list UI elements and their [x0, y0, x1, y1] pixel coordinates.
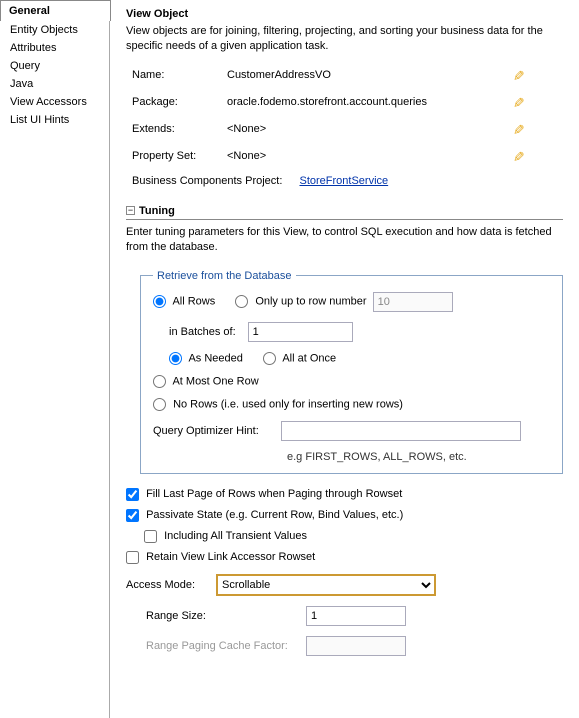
bc-project-label: Business Components Project:: [132, 175, 282, 187]
sidebar-item-list-ui-hints[interactable]: List UI Hints: [0, 111, 109, 129]
propertyset-label: Property Set:: [132, 150, 227, 162]
only-up-to-text: Only up to row number: [255, 295, 366, 307]
extends-value: <None>: [227, 123, 457, 135]
range-paging-input[interactable]: [306, 636, 406, 656]
at-most-one-radio-label[interactable]: At Most One Row: [153, 375, 259, 388]
page-description: View objects are for joining, filtering,…: [126, 24, 563, 55]
access-mode-label: Access Mode:: [126, 579, 216, 591]
optimizer-hint-label: Query Optimizer Hint:: [153, 425, 275, 437]
in-batches-input[interactable]: [248, 322, 353, 342]
all-at-once-radio-label[interactable]: All at Once: [263, 352, 336, 365]
as-needed-text: As Needed: [188, 352, 242, 364]
all-rows-radio-label[interactable]: All Rows: [153, 295, 215, 308]
in-batches-label: in Batches of:: [169, 326, 236, 338]
propertyset-value: <None>: [227, 150, 457, 162]
retain-view-link-label[interactable]: Retain View Link Accessor Rowset: [126, 551, 315, 563]
at-most-one-radio[interactable]: [153, 375, 166, 388]
name-label: Name:: [132, 69, 227, 81]
fill-last-page-label[interactable]: Fill Last Page of Rows when Paging throu…: [126, 488, 402, 500]
including-transient-label[interactable]: Including All Transient Values: [144, 530, 307, 542]
sidebar-item-view-accessors[interactable]: View Accessors: [0, 93, 109, 111]
all-rows-text: All Rows: [172, 295, 215, 307]
sidebar: General Entity Objects Attributes Query …: [0, 0, 110, 718]
only-up-to-input[interactable]: [373, 292, 453, 312]
sidebar-item-query[interactable]: Query: [0, 57, 109, 75]
optimizer-hint-input[interactable]: [281, 421, 521, 441]
tuning-description: Enter tuning parameters for this View, t…: [126, 225, 563, 256]
all-at-once-radio[interactable]: [263, 352, 276, 365]
edit-extends-icon[interactable]: ✎: [509, 123, 526, 135]
retrieve-fieldset: Retrieve from the Database All Rows Only…: [140, 270, 563, 474]
optimizer-hint-sub: e.g FIRST_ROWS, ALL_ROWS, etc.: [287, 451, 550, 463]
tuning-title: Tuning: [139, 205, 175, 217]
edit-name-icon[interactable]: ✎: [509, 69, 526, 81]
as-needed-radio[interactable]: [169, 352, 182, 365]
no-rows-radio[interactable]: [153, 398, 166, 411]
no-rows-radio-label[interactable]: No Rows (i.e. used only for inserting ne…: [153, 398, 403, 411]
passivate-label[interactable]: Passivate State (e.g. Current Row, Bind …: [126, 509, 403, 521]
package-value: oracle.fodemo.storefront.account.queries: [227, 96, 457, 108]
edit-propertyset-icon[interactable]: ✎: [509, 150, 526, 162]
package-label: Package:: [132, 96, 227, 108]
only-up-to-radio-label[interactable]: Only up to row number: [235, 295, 366, 308]
all-at-once-text: All at Once: [282, 352, 336, 364]
retain-view-link-checkbox[interactable]: [126, 551, 139, 564]
as-needed-radio-label[interactable]: As Needed: [169, 352, 243, 365]
range-paging-label: Range Paging Cache Factor:: [146, 640, 306, 652]
sidebar-tab-general[interactable]: General: [0, 0, 111, 21]
range-size-input[interactable]: [306, 606, 406, 626]
only-up-to-radio[interactable]: [235, 295, 248, 308]
sidebar-item-entity-objects[interactable]: Entity Objects: [0, 21, 109, 39]
fill-last-page-checkbox[interactable]: [126, 488, 139, 501]
name-value: CustomerAddressVO: [227, 69, 457, 81]
extends-label: Extends:: [132, 123, 227, 135]
passivate-text: Passivate State (e.g. Current Row, Bind …: [146, 509, 403, 521]
access-mode-select[interactable]: Scrollable: [216, 574, 436, 596]
fill-last-page-text: Fill Last Page of Rows when Paging throu…: [146, 488, 402, 500]
bc-project-link[interactable]: StoreFrontService: [299, 175, 388, 187]
including-transient-text: Including All Transient Values: [164, 530, 307, 542]
including-transient-checkbox[interactable]: [144, 530, 157, 543]
sidebar-item-java[interactable]: Java: [0, 75, 109, 93]
retain-view-link-text: Retain View Link Accessor Rowset: [146, 551, 315, 563]
range-size-label: Range Size:: [146, 610, 306, 622]
main-panel: View Object View objects are for joining…: [110, 0, 579, 718]
collapse-tuning-icon[interactable]: −: [126, 206, 135, 215]
retrieve-legend: Retrieve from the Database: [153, 270, 296, 282]
passivate-checkbox[interactable]: [126, 509, 139, 522]
no-rows-text: No Rows (i.e. used only for inserting ne…: [173, 398, 403, 410]
edit-package-icon[interactable]: ✎: [509, 96, 526, 108]
all-rows-radio[interactable]: [153, 295, 166, 308]
page-title: View Object: [126, 8, 563, 20]
at-most-one-text: At Most One Row: [172, 375, 258, 387]
sidebar-item-attributes[interactable]: Attributes: [0, 39, 109, 57]
